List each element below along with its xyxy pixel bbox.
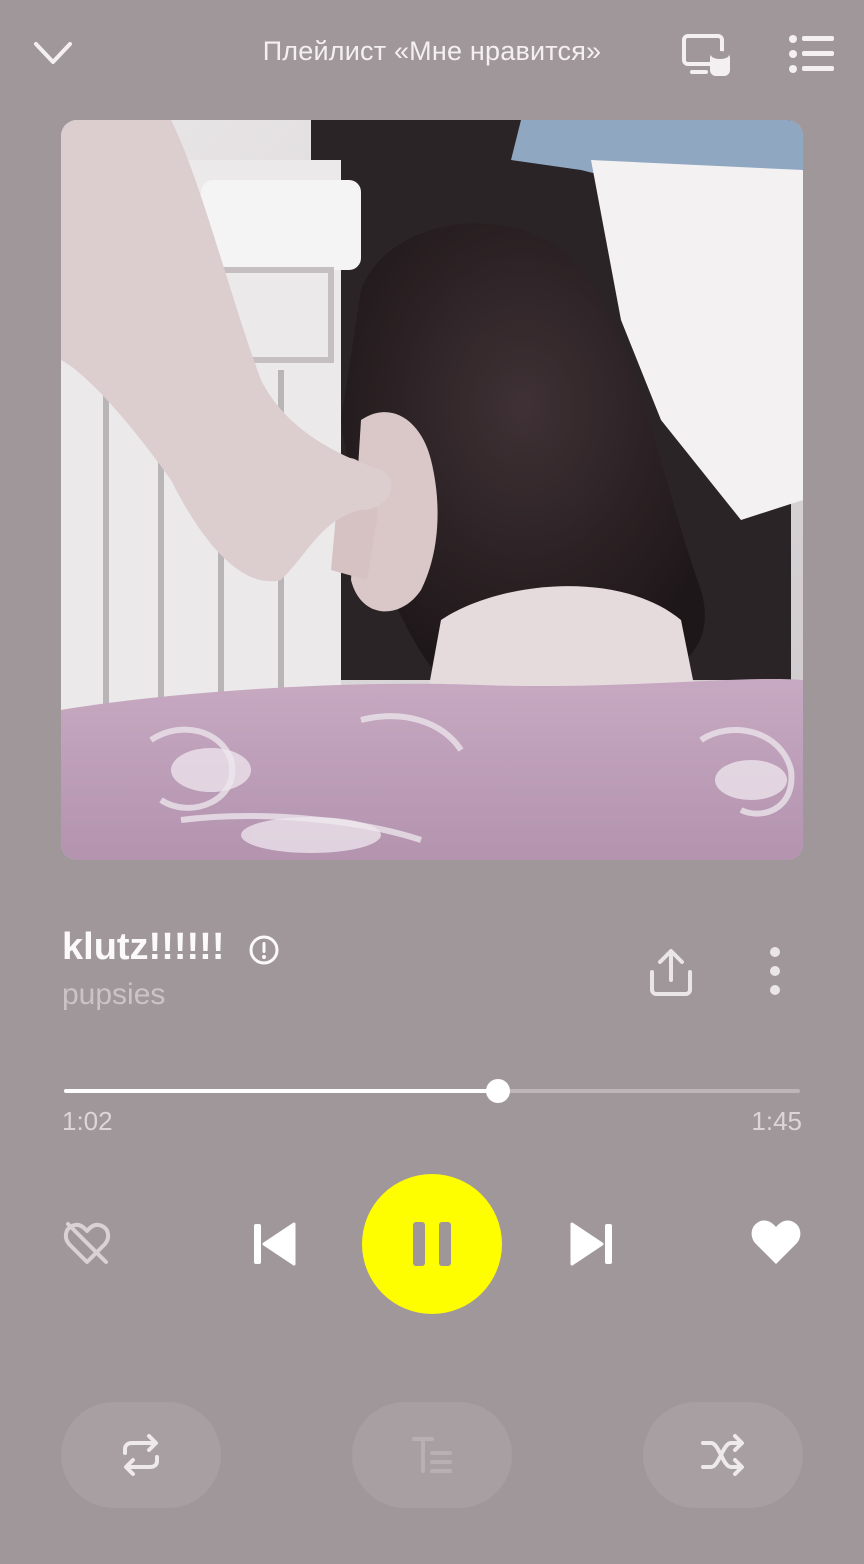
skip-previous-icon[interactable]: [248, 1218, 300, 1270]
progress-handle[interactable]: [486, 1079, 511, 1103]
track-title: klutz!!!!!!: [62, 926, 225, 968]
chevron-down-icon[interactable]: [30, 34, 76, 74]
pause-icon: [413, 1222, 451, 1266]
share-icon[interactable]: [646, 946, 696, 998]
lyrics-button[interactable]: [352, 1402, 512, 1508]
progress-fill: [64, 1089, 499, 1093]
lyrics-icon: [412, 1437, 452, 1473]
cast-device-icon[interactable]: [680, 30, 732, 78]
total-time: 1:45: [751, 1106, 802, 1136]
heart-icon[interactable]: [748, 1216, 804, 1268]
repeat-button[interactable]: [61, 1402, 221, 1508]
shuffle-button[interactable]: [643, 1402, 803, 1508]
elapsed-time: 1:02: [62, 1106, 113, 1136]
album-cover: [61, 120, 803, 860]
more-vertical-icon[interactable]: [760, 944, 790, 1000]
page-title: Плейлист «Мне нравится»: [262, 36, 602, 66]
progress-bar[interactable]: [64, 1079, 800, 1103]
pause-button[interactable]: [362, 1174, 502, 1314]
explicit-icon: [248, 934, 280, 966]
artist-name[interactable]: pupsies: [62, 978, 165, 1012]
queue-list-icon[interactable]: [786, 32, 838, 76]
repeat-icon: [123, 1434, 159, 1476]
skip-next-icon[interactable]: [566, 1218, 618, 1270]
shuffle-icon: [701, 1434, 744, 1476]
dislike-icon[interactable]: [60, 1216, 114, 1270]
top-bar: Плейлист «Мне нравится»: [0, 0, 864, 110]
